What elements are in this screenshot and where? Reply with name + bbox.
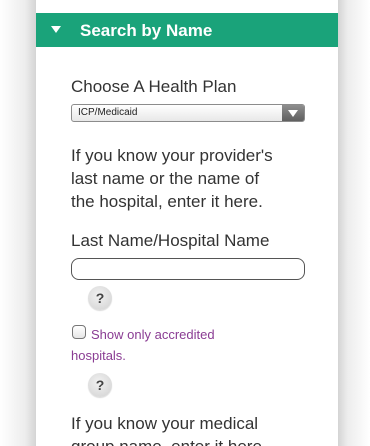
medical-hint-text: If you know your medical group name, ent… [71, 412, 321, 446]
dropdown-button[interactable] [282, 105, 304, 121]
accredited-label[interactable]: Show only accredited [91, 327, 215, 342]
last-name-label: Last Name/Hospital Name [71, 231, 270, 250]
chevron-down-icon [288, 110, 298, 117]
health-plan-label: Choose A Health Plan [71, 77, 237, 96]
help-button[interactable]: ? [88, 286, 112, 310]
accredited-checkbox[interactable] [72, 325, 86, 339]
panel-title: Search by Name [80, 21, 213, 40]
search-panel: Search by Name Choose A Health Plan ICP/… [36, 0, 338, 446]
search-by-name-header[interactable]: Search by Name [36, 13, 338, 47]
collapse-triangle-icon[interactable] [51, 26, 61, 33]
provider-hint-line: the hospital, enter it here. [71, 192, 263, 211]
medical-hint-line: group name, enter it here. [71, 435, 321, 446]
page: Search by Name Choose A Health Plan ICP/… [0, 0, 370, 446]
right-shadow [338, 0, 370, 446]
medical-hint-line: If you know your medical [71, 414, 259, 433]
provider-hint-line: last name or the name of [71, 169, 260, 188]
left-shadow [0, 0, 36, 446]
last-name-input[interactable] [71, 258, 305, 280]
provider-hint-text: If you know your provider's last name or… [71, 144, 321, 213]
health-plan-select[interactable]: ICP/Medicaid [71, 104, 305, 122]
accredited-label-continued[interactable]: hospitals. [71, 348, 126, 363]
help-button[interactable]: ? [88, 373, 112, 397]
health-plan-selected-value: ICP/Medicaid [78, 107, 138, 118]
provider-hint-line: If you know your provider's [71, 146, 273, 165]
